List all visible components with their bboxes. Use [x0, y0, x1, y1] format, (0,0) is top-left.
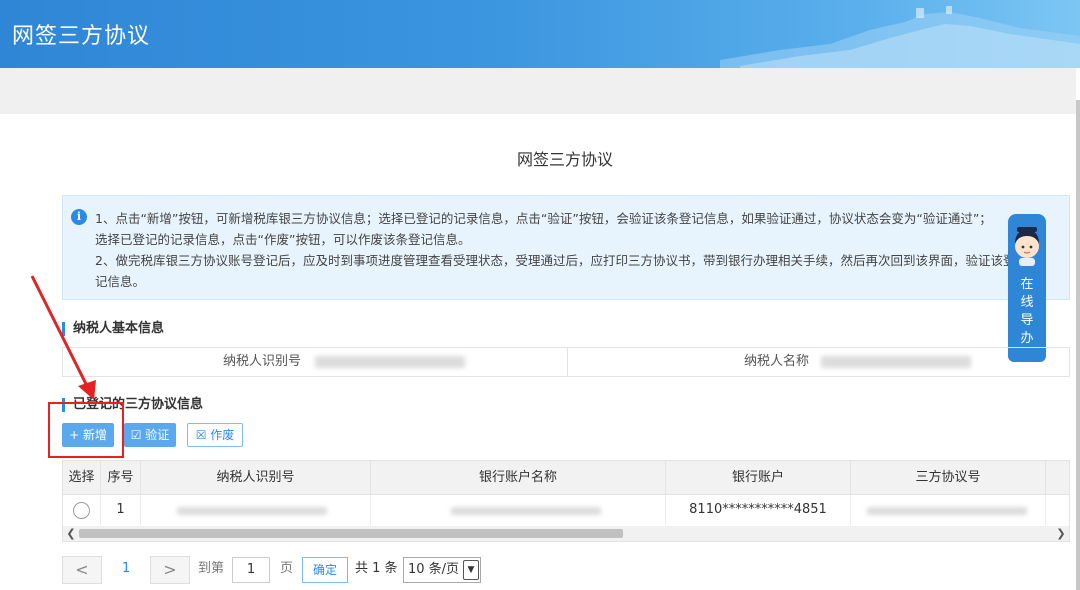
toolbar-area	[0, 68, 1076, 114]
column-header-account-name: 银行账户名称	[371, 461, 666, 495]
redacted-value	[867, 507, 1027, 515]
guide-char-1: 在	[1020, 277, 1034, 292]
info-divider	[567, 348, 568, 376]
notice-line-2: 选择已登记的记录信息，点击“作废”按钮，可以作废该条登记信息。	[95, 232, 471, 247]
redacted-value	[177, 507, 327, 515]
guide-char-2: 线	[1020, 295, 1034, 310]
page-title: 网签三方协议	[516, 150, 613, 169]
app-title: 网签三方协议	[12, 24, 151, 49]
column-header-account: 银行账户	[666, 461, 851, 495]
agreements-table: 选择 序号 纳税人识别号 银行账户名称 银行账户 三方协议号 1 8110***…	[62, 460, 1070, 542]
goto-confirm-button[interactable]: 确定	[302, 557, 348, 583]
select-cell[interactable]	[63, 495, 101, 525]
page-size-select[interactable]: 10 条/页 ▼	[403, 557, 481, 583]
assistant-avatar-icon	[1015, 227, 1039, 266]
column-header-index: 序号	[101, 461, 141, 495]
instruction-notice: i 1、点击“新增”按钮，可新增税库银三方协议信息；选择已登记的记录信息，点击“…	[62, 195, 1070, 300]
current-page-number[interactable]: 1	[122, 556, 130, 584]
online-guide-widget[interactable]: 在 线 导 办	[1008, 214, 1046, 362]
taxpayer-id-value-redacted	[315, 356, 465, 368]
taxpayer-info-row: 纳税人识别号 纳税人名称	[62, 347, 1070, 377]
guide-char-3: 导	[1020, 313, 1034, 328]
column-header-overflow	[1046, 461, 1069, 495]
row-radio[interactable]	[73, 502, 90, 519]
app-header: 网签三方协议	[0, 0, 1080, 68]
annotation-highlight-box	[48, 402, 124, 458]
notice-line-3: 2、做完税库银三方协议账号登记后，应及时到事项进度管理查看受理状态，受理通过后，…	[95, 253, 1016, 268]
scroll-right-icon[interactable]: ❯	[1053, 526, 1069, 541]
taxpayer-name-label: 纳税人名称	[743, 354, 809, 369]
column-header-select: 选择	[63, 461, 101, 495]
annotation-arrow-icon	[30, 275, 96, 400]
chevron-down-icon: ▼	[463, 560, 479, 580]
redacted-value	[451, 507, 601, 515]
info-icon: i	[71, 209, 87, 225]
next-page-button[interactable]: >	[150, 556, 190, 584]
account-cell: 8110***********4851	[666, 495, 851, 525]
agreement-no-cell	[851, 495, 1046, 525]
taxpayer-id-cell	[141, 495, 371, 525]
total-count: 共 1 条	[355, 561, 398, 576]
prev-page-button[interactable]: <	[62, 556, 102, 584]
scrollbar-thumb[interactable]	[79, 529, 623, 538]
goto-label: 到第	[198, 561, 225, 576]
guide-char-4: 办	[1020, 331, 1034, 346]
goto-page-input[interactable]: 1	[232, 557, 270, 583]
void-button[interactable]: ☒ 作废	[187, 423, 243, 447]
great-wall-decoration	[720, 6, 1080, 68]
taxpayer-name-value-redacted	[821, 356, 971, 368]
verify-button[interactable]: ☑ 验证	[124, 423, 176, 447]
table-horizontal-scrollbar[interactable]: ❮ ❯	[63, 526, 1069, 541]
page-size-value: 10 条/页	[408, 562, 460, 577]
column-header-agreement-no: 三方协议号	[851, 461, 1046, 495]
notice-line-4: 记信息。	[95, 274, 146, 289]
page-scrollbar[interactable]	[1076, 100, 1080, 590]
page-unit-label: 页	[280, 561, 294, 576]
notice-line-1: 1、点击“新增”按钮，可新增税库银三方协议信息；选择已登记的记录信息，点击“验证…	[95, 211, 992, 226]
account-name-cell	[371, 495, 666, 525]
scroll-left-icon[interactable]: ❮	[63, 526, 79, 541]
column-header-taxpayer-id: 纳税人识别号	[141, 461, 371, 495]
index-cell: 1	[101, 495, 141, 525]
